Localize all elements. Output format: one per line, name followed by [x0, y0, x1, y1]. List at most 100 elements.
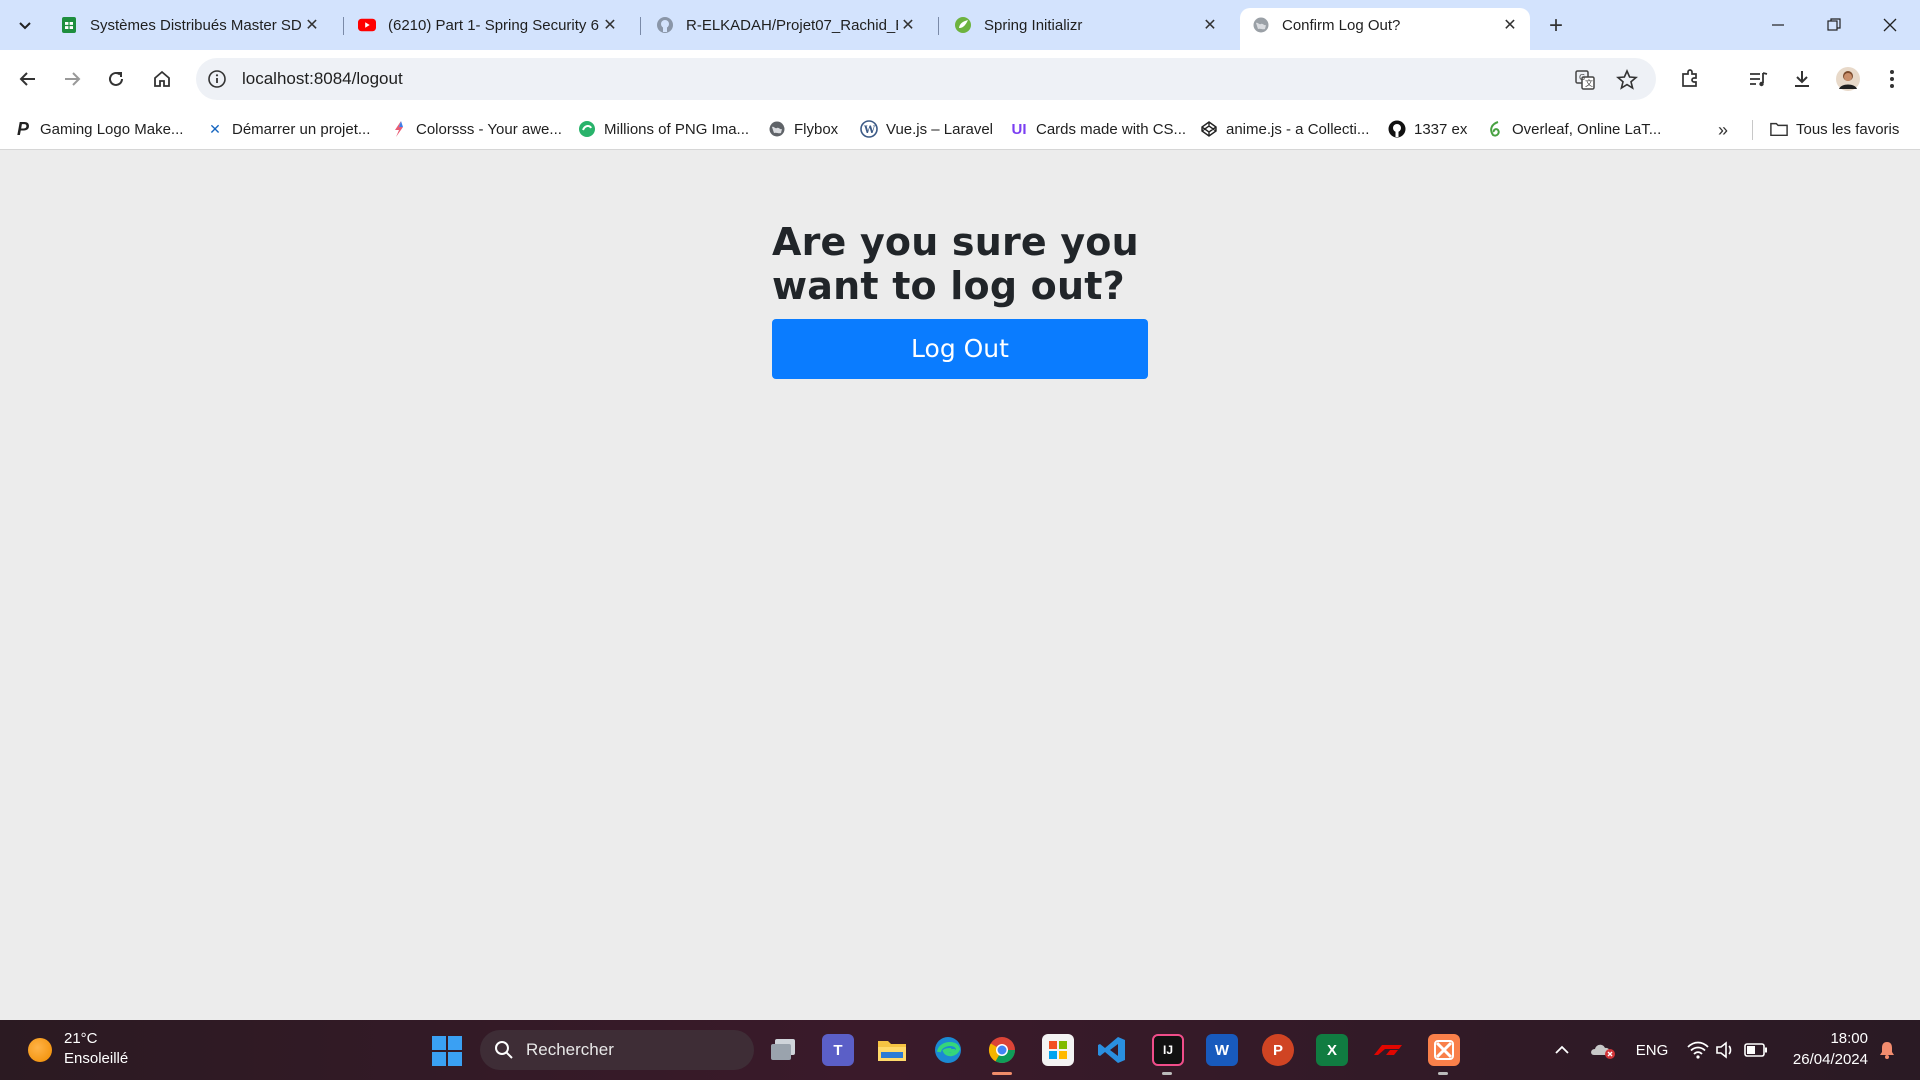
battery-icon[interactable] — [1744, 1038, 1768, 1062]
tab-search-chevron-icon[interactable] — [12, 12, 38, 38]
close-tab-icon[interactable]: ✕ — [302, 15, 322, 35]
weather-description[interactable]: Ensoleillé — [64, 1050, 128, 1067]
microsoft-store-icon[interactable] — [1042, 1034, 1074, 1066]
brush-icon — [390, 120, 408, 138]
google-sheets-icon — [60, 16, 78, 34]
close-tab-icon[interactable]: ✕ — [898, 15, 918, 35]
intellij-icon[interactable]: IJ — [1152, 1034, 1184, 1066]
download-icon[interactable] — [1784, 61, 1820, 97]
weather-temperature[interactable]: 21°C — [64, 1030, 98, 1047]
spring-icon — [954, 16, 972, 34]
tab-github-repo[interactable]: R-ELKADAH/Projet07_Rachid_El ✕ — [644, 8, 928, 42]
all-bookmarks-folder[interactable]: Tous les favoris — [1770, 116, 1899, 142]
teams-icon[interactable]: T — [822, 1034, 854, 1066]
edge-icon[interactable] — [932, 1034, 964, 1066]
profile-avatar[interactable] — [1830, 61, 1866, 97]
restore-icon[interactable] — [1806, 0, 1862, 50]
windows-start-icon[interactable] — [432, 1036, 462, 1066]
translate-icon[interactable]: G文 — [1572, 67, 1598, 93]
xampp-icon[interactable] — [1428, 1034, 1460, 1066]
bookmark-demarrer-projet[interactable]: ✕ Démarrer un projet... — [206, 116, 370, 142]
bookmark-overleaf[interactable]: Overleaf, Online LaT... — [1486, 116, 1661, 142]
excel-icon[interactable]: X — [1316, 1034, 1348, 1066]
tab-spring-initializr[interactable]: Spring Initializr ✕ — [942, 8, 1230, 42]
word-icon[interactable]: W — [1206, 1034, 1238, 1066]
site-info-icon[interactable] — [206, 68, 228, 90]
globe-icon — [1252, 16, 1270, 34]
svg-text:W: W — [863, 125, 876, 136]
bookmark-1337-ex[interactable]: 1337 ex — [1388, 116, 1467, 142]
chrome-menu-icon[interactable] — [1874, 61, 1910, 97]
sun-weather-icon[interactable] — [28, 1038, 52, 1062]
folder-icon — [1770, 120, 1788, 138]
bookmark-vuejs-laravel[interactable]: W Vue.js – Laravel — [860, 116, 993, 142]
tab-spring-security-video[interactable]: (6210) Part 1- Spring Security 6 ✕ — [346, 8, 630, 42]
f1-icon[interactable] — [1372, 1034, 1404, 1066]
bookmark-label: Démarrer un projet... — [232, 120, 371, 138]
bookmark-pngtree[interactable]: Millions of PNG Ima... — [578, 116, 749, 142]
codepen-icon — [1200, 120, 1218, 138]
extensions-puzzle-icon[interactable] — [1672, 61, 1708, 97]
forward-arrow-icon[interactable] — [54, 61, 90, 97]
browser-toolbar: localhost:8084/logout G文 — [0, 50, 1920, 108]
vscode-icon[interactable] — [1096, 1034, 1128, 1066]
address-bar[interactable]: localhost:8084/logout G文 — [196, 58, 1656, 100]
tab-title: R-ELKADAH/Projet07_Rachid_El — [686, 16, 898, 34]
search-placeholder: Rechercher — [526, 1040, 614, 1059]
bookmark-label: Millions of PNG Ima... — [604, 120, 750, 138]
bookmark-colorsss[interactable]: Colorsss - Your awe... — [390, 116, 562, 142]
tab-title: (6210) Part 1- Spring Security 6 — [388, 16, 599, 34]
github-icon — [656, 16, 674, 34]
bookmark-label: Gaming Logo Make... — [40, 120, 184, 138]
close-tab-icon[interactable]: ✕ — [1200, 15, 1220, 35]
tab-systemes-distribues[interactable]: Systèmes Distribués Master SD ✕ — [48, 8, 332, 42]
url-text: localhost:8084/logout — [242, 69, 403, 88]
language-indicator[interactable]: ENG — [1632, 1038, 1672, 1062]
page-content: Are you sure you want to log out? Log Ou… — [0, 150, 1920, 1020]
onedrive-error-icon[interactable] — [1590, 1038, 1616, 1062]
bookmark-flybox[interactable]: Flybox — [768, 116, 838, 142]
bookmark-animejs[interactable]: anime.js - a Collecti... — [1200, 116, 1369, 142]
x-logo-icon: ✕ — [209, 120, 221, 137]
task-view-icon[interactable] — [768, 1034, 800, 1066]
p-logo-icon: P — [16, 118, 29, 139]
intellij-indicator — [1162, 1072, 1172, 1075]
tab-confirm-log-out[interactable]: Confirm Log Out? ✕ — [1240, 8, 1530, 50]
home-icon[interactable] — [144, 61, 180, 97]
close-tab-icon[interactable]: ✕ — [600, 15, 620, 35]
volume-icon[interactable] — [1714, 1038, 1738, 1062]
github-icon — [1388, 120, 1406, 138]
wordpress-icon: W — [860, 120, 878, 138]
bookmark-label: 1337 ex — [1414, 120, 1468, 138]
uiverse-icon: UI — [1011, 120, 1027, 138]
tab-title: Systèmes Distribués Master SD — [90, 16, 302, 34]
minimize-icon[interactable] — [1750, 0, 1806, 50]
logout-form: Are you sure you want to log out? Log Ou… — [772, 220, 1148, 379]
tab-title: Spring Initializr — [984, 16, 1083, 34]
search-icon — [495, 1041, 513, 1059]
notification-bell-icon[interactable] — [1876, 1038, 1898, 1062]
youtube-icon — [358, 16, 376, 34]
chrome-icon[interactable] — [986, 1034, 1018, 1066]
taskbar-search-box[interactable]: Rechercher — [480, 1030, 754, 1070]
media-controls-icon[interactable] — [1740, 61, 1776, 97]
back-arrow-icon[interactable] — [10, 61, 46, 97]
reload-icon[interactable] — [98, 61, 134, 97]
bookmark-cards-css[interactable]: UI Cards made with CS... — [1010, 116, 1187, 142]
bookmark-star-icon[interactable] — [1614, 67, 1640, 93]
log-out-button[interactable]: Log Out — [772, 319, 1148, 379]
globe-icon — [768, 120, 786, 138]
powerpoint-icon[interactable]: P — [1262, 1034, 1294, 1066]
clock-date[interactable]: 26/04/2024 — [1788, 1051, 1868, 1068]
close-tab-icon[interactable]: ✕ — [1500, 15, 1520, 35]
xampp-indicator — [1438, 1072, 1448, 1075]
more-bookmarks-chevron-icon[interactable]: » — [1710, 117, 1736, 143]
new-tab-plus-icon[interactable]: + — [1542, 12, 1570, 40]
show-hidden-icons-chevron-icon[interactable] — [1552, 1038, 1572, 1062]
chrome-active-indicator — [992, 1072, 1012, 1075]
file-explorer-icon[interactable] — [876, 1034, 908, 1066]
close-window-icon[interactable] — [1862, 0, 1918, 50]
wifi-icon[interactable] — [1686, 1038, 1710, 1062]
bookmark-gaming-logo[interactable]: P Gaming Logo Make... — [14, 116, 183, 142]
clock-time[interactable]: 18:00 — [1788, 1030, 1868, 1047]
